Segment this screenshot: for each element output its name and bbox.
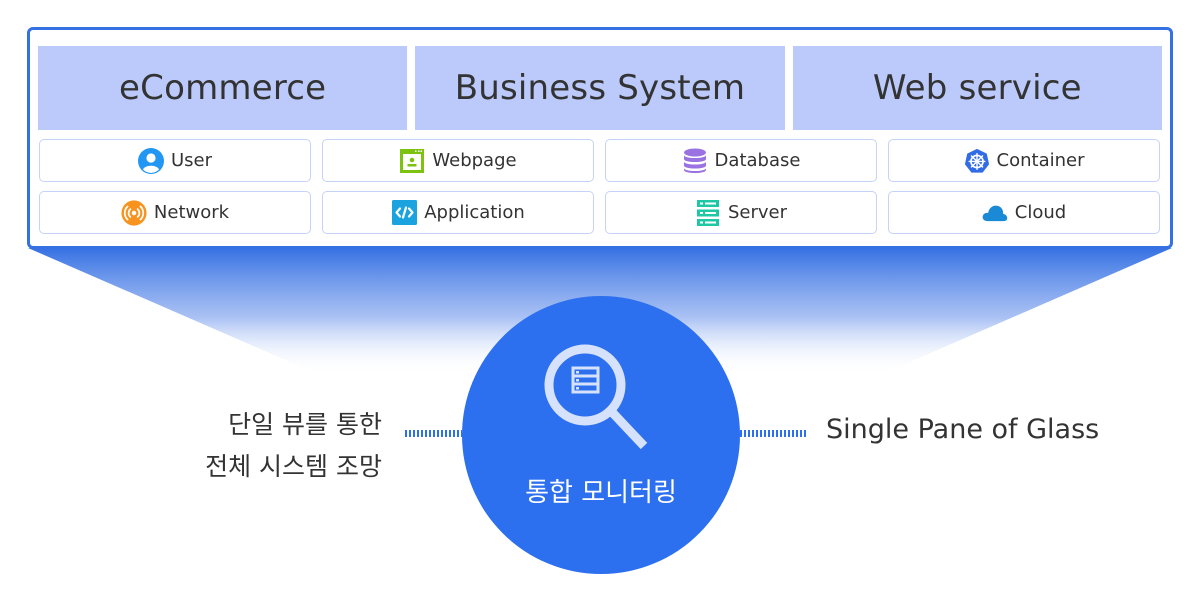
caption-line-2: 전체 시스템 조망 [205, 452, 382, 481]
server-icon [695, 199, 721, 226]
user-icon [137, 147, 164, 174]
header-ecommerce: eCommerce [38, 46, 408, 130]
component-server: Server [605, 191, 877, 234]
component-network: Network [39, 191, 311, 234]
component-label: Network [153, 202, 230, 223]
kubernetes-icon [964, 148, 990, 174]
component-application: Application [322, 191, 594, 234]
component-container: Container [888, 139, 1160, 182]
magnifier-server-icon [544, 344, 648, 450]
connector-right [740, 430, 806, 437]
header-business-system: Business System [415, 46, 785, 130]
component-label: Webpage [432, 150, 517, 171]
component-label: Cloud [1014, 202, 1067, 223]
network-broadcast-icon [121, 199, 147, 226]
component-label: User [170, 150, 213, 171]
component-cloud: Cloud [888, 191, 1160, 234]
component-label: Container [996, 150, 1085, 171]
webpage-icon [399, 148, 425, 174]
component-database: Database [605, 139, 877, 182]
systems-frame: eCommerce Business System Web service Us… [27, 27, 1173, 249]
caption-korean: 단일 뷰를 통한 전체 시스템 조망 [205, 404, 382, 488]
caption-line-1: 단일 뷰를 통한 [228, 410, 382, 439]
caption-single-pane: Single Pane of Glass [826, 414, 1100, 445]
category-headers: eCommerce Business System Web service [38, 46, 1162, 130]
hub-label: 통합 모니터링 [525, 478, 677, 508]
integrated-monitoring-hub: 통합 모니터링 [462, 296, 740, 574]
component-grid: User Webpage Database Container Network … [39, 139, 1161, 234]
component-webpage: Webpage [322, 139, 594, 182]
component-user: User [39, 139, 311, 182]
component-label: Application [424, 202, 525, 223]
connector-left [405, 430, 462, 437]
database-icon [682, 148, 708, 174]
cloud-icon [982, 200, 1008, 226]
code-icon [391, 200, 417, 226]
component-label: Database [714, 150, 801, 171]
component-label: Server [727, 202, 788, 223]
header-web-service: Web service [792, 46, 1162, 130]
